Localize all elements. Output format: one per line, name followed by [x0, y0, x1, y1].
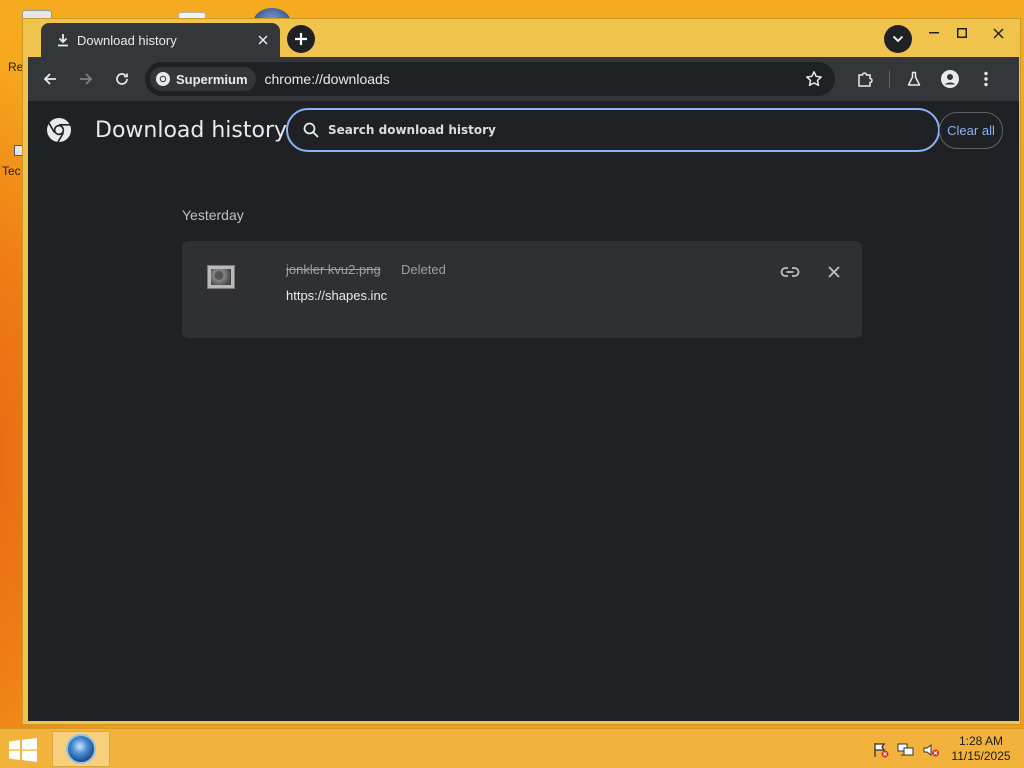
supermium-app-icon: [66, 734, 96, 764]
address-bar[interactable]: Supermium chrome://downloads: [145, 62, 835, 96]
avatar-icon: [941, 70, 959, 88]
search-icon: [303, 122, 319, 138]
downloads-page: Download history Clear all Yesterday jon…: [28, 101, 1019, 721]
download-item-card: jonkler kvu2.png Deleted https://shapes.…: [182, 241, 862, 338]
taskbar: 1:28 AM 11/15/2025: [0, 728, 1024, 768]
maximize-button[interactable]: [948, 21, 976, 45]
tab-close-icon[interactable]: [252, 29, 274, 51]
tab-title: Download history: [77, 32, 177, 48]
date-header: Yesterday: [182, 207, 244, 223]
new-tab-button[interactable]: [287, 25, 315, 53]
tab-download-history[interactable]: Download history: [41, 23, 280, 57]
link-icon: [780, 267, 800, 277]
reload-icon: [116, 73, 128, 85]
star-icon: [806, 71, 822, 87]
network-icon[interactable]: [897, 742, 915, 758]
file-source-url[interactable]: https://shapes.inc: [286, 288, 387, 303]
back-button[interactable]: [34, 63, 66, 95]
minimize-button[interactable]: [920, 21, 948, 45]
taskbar-browser-button[interactable]: [52, 731, 110, 767]
more-vertical-icon: [984, 71, 988, 87]
clock-time: 1:28 AM: [958, 734, 1004, 748]
bookmark-star-button[interactable]: [799, 64, 829, 94]
plus-icon: [295, 33, 307, 45]
site-info-chip[interactable]: Supermium: [150, 67, 256, 91]
toolbar-divider: [889, 70, 890, 88]
window-close-button[interactable]: [976, 21, 1020, 45]
site-chip-label: Supermium: [176, 71, 248, 87]
maximize-icon: [957, 28, 967, 38]
desktop-label-tec: Tec: [2, 164, 21, 178]
file-name-link[interactable]: jonkler kvu2.png: [286, 262, 381, 277]
supermium-logo-icon: [156, 72, 170, 86]
file-status: Deleted: [401, 262, 446, 277]
close-icon: [992, 27, 1004, 39]
url-text[interactable]: chrome://downloads: [265, 71, 799, 87]
browser-toolbar: Supermium chrome://downloads: [28, 57, 1019, 101]
tab-search-button[interactable]: [884, 25, 912, 53]
action-center-flag-icon[interactable]: [872, 742, 890, 758]
download-icon: [55, 32, 71, 48]
flask-icon: [907, 71, 921, 86]
arrow-right-icon: [80, 73, 93, 85]
browser-window: Download history Supermium chrome://down…: [22, 18, 1021, 725]
clear-all-button[interactable]: Clear all: [939, 112, 1003, 149]
copy-link-button[interactable]: [775, 257, 805, 287]
clock-date: 11/15/2025: [951, 749, 1011, 763]
chevron-down-icon: [892, 35, 904, 43]
arrow-left-icon: [43, 73, 56, 85]
search-input[interactable]: [328, 123, 938, 137]
chrome-logo-icon: [47, 118, 71, 143]
extensions-button[interactable]: [849, 63, 881, 95]
labs-button[interactable]: [898, 63, 930, 95]
close-icon: [828, 266, 840, 278]
remove-from-list-button[interactable]: [819, 257, 849, 287]
forward-button[interactable]: [70, 63, 102, 95]
file-thumbnail-icon: [207, 265, 235, 289]
windows-start-icon[interactable]: [8, 738, 38, 762]
volume-muted-icon[interactable]: [922, 742, 940, 758]
system-clock[interactable]: 1:28 AM 11/15/2025: [949, 734, 1013, 764]
tab-strip: Download history: [23, 19, 1020, 57]
reload-button[interactable]: [106, 63, 138, 95]
menu-button[interactable]: [970, 63, 1002, 95]
search-box[interactable]: [286, 108, 940, 152]
puzzle-icon: [858, 72, 873, 87]
page-header: Download history Clear all: [28, 101, 1019, 157]
page-title: Download history: [95, 118, 288, 143]
minimize-icon: [929, 32, 939, 34]
profile-button[interactable]: [934, 63, 966, 95]
